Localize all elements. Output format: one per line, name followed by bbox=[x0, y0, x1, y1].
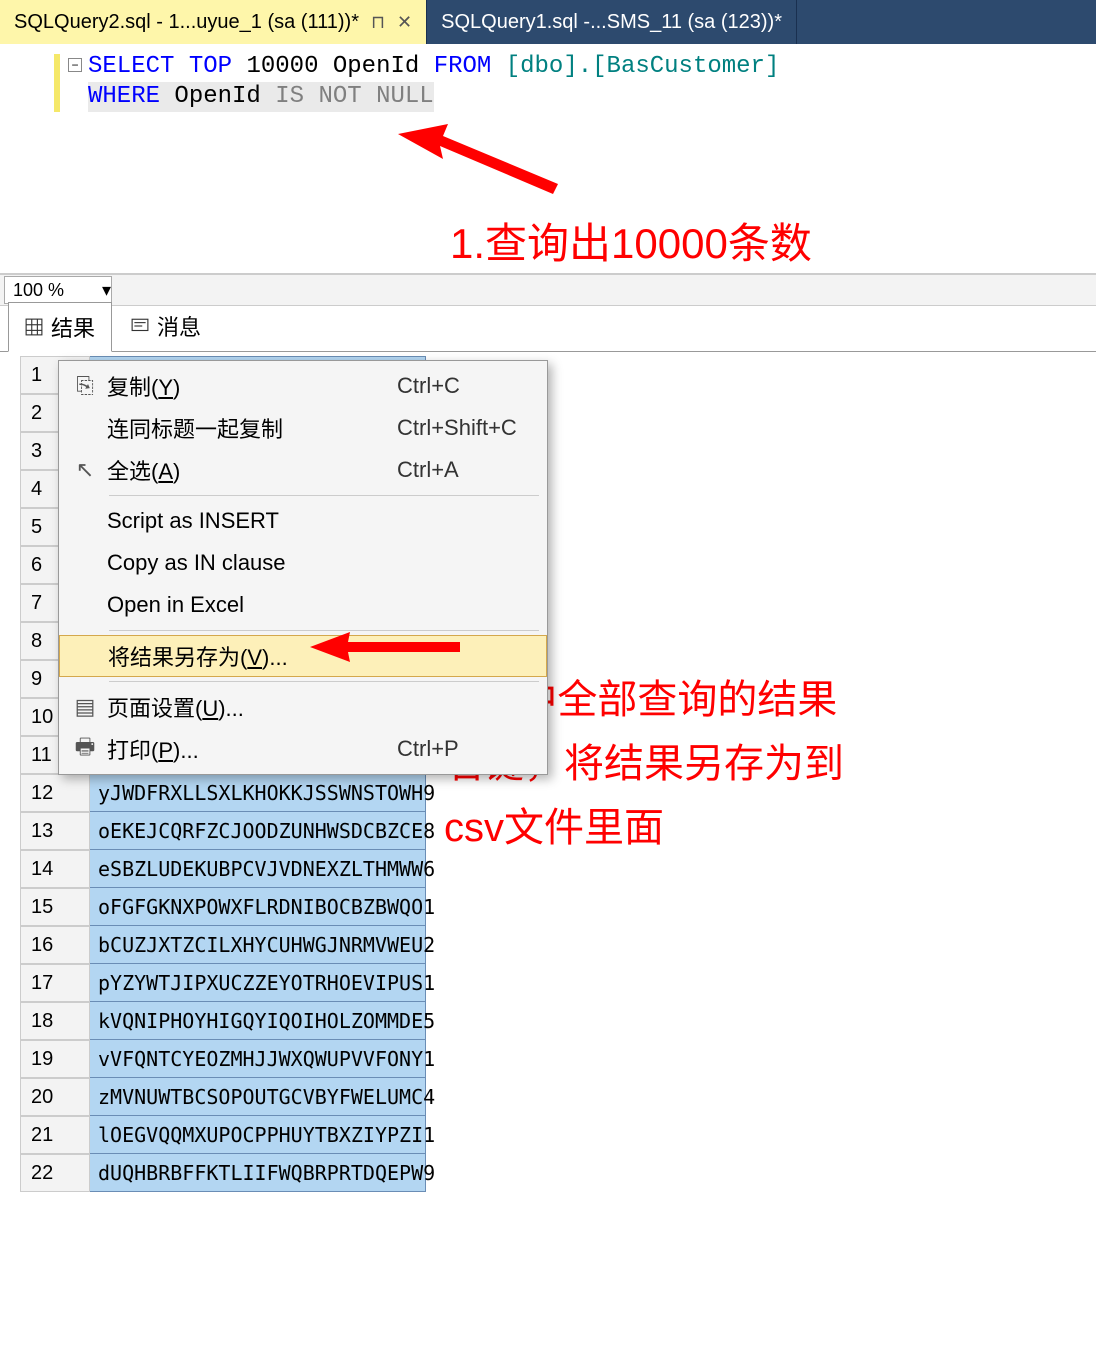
page-icon: ▤ bbox=[63, 694, 107, 720]
row-number[interactable]: 12 bbox=[20, 774, 90, 812]
cell-openid[interactable]: bCUZJXTZCILXHYCUHWGJNRMVWEU2 bbox=[90, 926, 426, 964]
document-tab-bar: SQLQuery2.sql - 1...uyue_1 (sa (111))* ⊓… bbox=[0, 0, 1096, 44]
annotation-arrow-2 bbox=[310, 627, 460, 667]
menu-item-copy-headers[interactable]: 连同标题一起复制 Ctrl+Shift+C bbox=[59, 407, 547, 449]
table-row[interactable]: 19vVFQNTCYEOZMHJJWXQWUPVVFONY1 bbox=[20, 1040, 1096, 1078]
menu-item-script-insert[interactable]: Script as INSERT bbox=[59, 500, 547, 542]
menu-label: 复制(Y) bbox=[107, 370, 397, 402]
cell-openid[interactable]: oEKEJCQRFZCJOODZUNHWSDCBZCE8 bbox=[90, 812, 426, 850]
tab-messages[interactable]: 消息 bbox=[114, 301, 218, 351]
cell-openid[interactable]: vVFQNTCYEOZMHJJWXQWUPVVFONY1 bbox=[90, 1040, 426, 1078]
row-number[interactable]: 13 bbox=[20, 812, 90, 850]
tab-results-label: 结果 bbox=[51, 311, 95, 343]
row-number[interactable]: 19 bbox=[20, 1040, 90, 1078]
cell-openid[interactable]: zMVNUWTBCSOPOUTGCVBYFWELUMC4 bbox=[90, 1078, 426, 1116]
table-row[interactable]: 20zMVNUWTBCSOPOUTGCVBYFWELUMC4 bbox=[20, 1078, 1096, 1116]
keyword-top: TOP bbox=[189, 53, 232, 80]
row-number[interactable]: 21 bbox=[20, 1116, 90, 1154]
tab-label: SQLQuery1.sql -...SMS_11 (sa (123))* bbox=[441, 11, 782, 34]
row-number[interactable]: 16 bbox=[20, 926, 90, 964]
menu-shortcut: Ctrl+P bbox=[397, 736, 547, 762]
menu-label: 全选(A) bbox=[107, 454, 397, 486]
pin-icon[interactable]: ⊓ bbox=[371, 12, 385, 33]
zoom-dropdown[interactable]: 100 % ▾ bbox=[4, 276, 112, 304]
cursor-icon: ↖ bbox=[63, 457, 107, 483]
menu-item-copy[interactable]: ⎘ 复制(Y) Ctrl+C bbox=[59, 365, 547, 407]
sql-table: [dbo].[BasCustomer] bbox=[506, 53, 780, 80]
table-row[interactable]: 17pYZYWTJIPXUCZZEYOTRHOEVIPUS1 bbox=[20, 964, 1096, 1002]
menu-label: 连同标题一起复制 bbox=[107, 412, 397, 444]
close-icon[interactable]: ✕ bbox=[397, 12, 412, 33]
context-menu: ⎘ 复制(Y) Ctrl+C 连同标题一起复制 Ctrl+Shift+C ↖ 全… bbox=[58, 360, 548, 775]
message-icon bbox=[131, 317, 149, 335]
menu-item-save-results-as[interactable]: 将结果另存为(V)... bbox=[59, 635, 547, 677]
cell-openid[interactable]: eSBZLUDEKUBPCVJVDNEXZLTHMWW6 bbox=[90, 850, 426, 888]
sql-column: OpenId bbox=[333, 53, 419, 80]
keyword-where: WHERE bbox=[88, 83, 160, 110]
row-number[interactable]: 17 bbox=[20, 964, 90, 1002]
result-tab-bar: 结果 消息 bbox=[0, 306, 1096, 352]
cell-openid[interactable]: dUQHBRBFFKTLIIFWQBRPRTDQEPW9 bbox=[90, 1154, 426, 1192]
menu-label: Open in Excel bbox=[107, 592, 397, 618]
menu-item-page-setup[interactable]: ▤ 页面设置(U)... bbox=[59, 686, 547, 728]
menu-item-open-excel[interactable]: Open in Excel bbox=[59, 584, 547, 626]
table-row[interactable]: 22dUQHBRBFFKTLIIFWQBRPRTDQEPW9 bbox=[20, 1154, 1096, 1192]
menu-item-copy-in[interactable]: Copy as IN clause bbox=[59, 542, 547, 584]
row-number[interactable]: 22 bbox=[20, 1154, 90, 1192]
menu-shortcut: Ctrl+C bbox=[397, 373, 547, 399]
print-icon: 🖶 bbox=[63, 730, 107, 768]
copy-icon: ⎘ bbox=[63, 373, 107, 399]
sql-code-line1: SELECT TOP 10000 OpenId FROM [dbo].[BasC… bbox=[0, 52, 1096, 82]
menu-item-select-all[interactable]: ↖ 全选(A) Ctrl+A bbox=[59, 449, 547, 491]
keyword-from: FROM bbox=[434, 53, 492, 80]
menu-item-print[interactable]: 🖶 打印(P)... Ctrl+P bbox=[59, 728, 547, 770]
grid-icon bbox=[25, 318, 43, 336]
keyword-isnotnull: IS NOT NULL bbox=[275, 83, 433, 110]
sql-number: 10000 bbox=[246, 53, 318, 80]
menu-separator bbox=[109, 681, 539, 682]
table-row[interactable]: 16bCUZJXTZCILXHYCUHWGJNRMVWEU2 bbox=[20, 926, 1096, 964]
table-row[interactable]: 18kVQNIPHOYHIGQYIQOIHOLZOMMDE5 bbox=[20, 1002, 1096, 1040]
tab-label: SQLQuery2.sql - 1...uyue_1 (sa (111))* bbox=[14, 11, 359, 34]
menu-label: 打印(P)... bbox=[107, 733, 397, 765]
menu-label: Copy as IN clause bbox=[107, 550, 397, 576]
table-row[interactable]: 15oFGFGKNXPOWXFLRDNIBOCBZBWQO1 bbox=[20, 888, 1096, 926]
menu-separator bbox=[109, 495, 539, 496]
chevron-down-icon: ▾ bbox=[102, 280, 111, 301]
sql-code-line2: WHERE OpenId IS NOT NULL bbox=[88, 82, 434, 112]
row-number[interactable]: 20 bbox=[20, 1078, 90, 1116]
zoom-value: 100 % bbox=[13, 280, 64, 301]
cell-openid[interactable]: kVQNIPHOYHIGQYIQOIHOLZOMMDE5 bbox=[90, 1002, 426, 1040]
menu-shortcut: Ctrl+A bbox=[397, 457, 547, 483]
cell-openid[interactable]: pYZYWTJIPXUCZZEYOTRHOEVIPUS1 bbox=[90, 964, 426, 1002]
annotation-arrow-1 bbox=[398, 124, 568, 214]
change-indicator bbox=[54, 54, 60, 112]
sql-editor[interactable]: − SELECT TOP 10000 OpenId FROM [dbo].[Ba… bbox=[0, 44, 1096, 274]
cell-openid[interactable]: oFGFGKNXPOWXFLRDNIBOCBZBWQO1 bbox=[90, 888, 426, 926]
row-number[interactable]: 14 bbox=[20, 850, 90, 888]
editor-tab-inactive[interactable]: SQLQuery1.sql -...SMS_11 (sa (123))* bbox=[427, 0, 797, 44]
tab-results[interactable]: 结果 bbox=[8, 302, 112, 352]
annotation-text-1: 1.查询出10000条数 bbox=[450, 210, 812, 271]
menu-shortcut: Ctrl+Shift+C bbox=[397, 415, 547, 441]
menu-label: 页面设置(U)... bbox=[107, 691, 397, 723]
table-row[interactable]: 21lOEGVQQMXUPOCPPHUYTBXZIYPZI1 bbox=[20, 1116, 1096, 1154]
menu-label: Script as INSERT bbox=[107, 508, 397, 534]
sql-column: OpenId bbox=[174, 83, 260, 110]
fold-minus-icon[interactable]: − bbox=[68, 58, 82, 72]
row-number[interactable]: 15 bbox=[20, 888, 90, 926]
row-number[interactable]: 18 bbox=[20, 1002, 90, 1040]
cell-openid[interactable]: yJWDFRXLLSXLKHOKKJSSWNSTOWH9 bbox=[90, 774, 426, 812]
cell-openid[interactable]: lOEGVQQMXUPOCPPHUYTBXZIYPZI1 bbox=[90, 1116, 426, 1154]
keyword-select: SELECT bbox=[88, 53, 174, 80]
editor-tab-active[interactable]: SQLQuery2.sql - 1...uyue_1 (sa (111))* ⊓… bbox=[0, 0, 427, 44]
tab-messages-label: 消息 bbox=[157, 310, 201, 342]
